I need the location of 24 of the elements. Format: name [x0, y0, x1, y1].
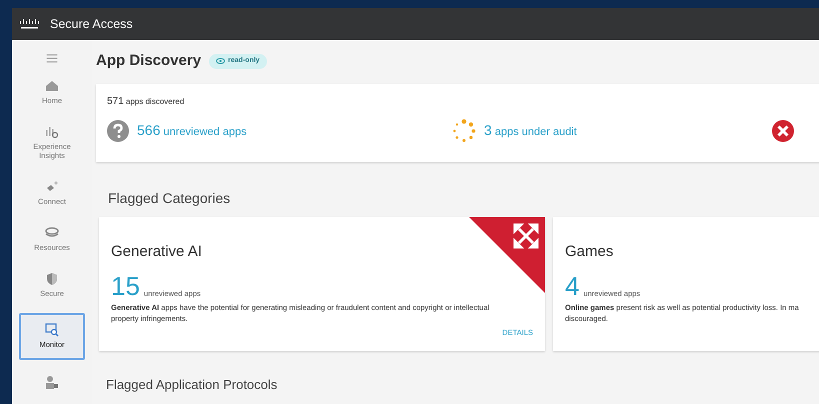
home-icon — [45, 78, 59, 93]
stat-link[interactable]: 566 unreviewed apps — [137, 120, 247, 141]
shield-icon — [45, 272, 59, 286]
page-title: App Discovery — [96, 51, 202, 71]
user-icon — [45, 375, 59, 389]
app-title: Secure Access — [50, 16, 133, 33]
menu-icon[interactable] — [46, 54, 58, 63]
section-heading: Flagged Application Protocols — [106, 376, 278, 394]
stat-link[interactable]: 3 apps under audit — [484, 120, 577, 141]
card-title: Generative AI — [111, 242, 203, 262]
logo-icon — [19, 18, 41, 30]
app-count: 4 — [565, 273, 580, 299]
help-icon — [107, 120, 129, 142]
spinner-icon — [452, 118, 476, 142]
chart-icon — [45, 124, 59, 138]
card-title: Games — [565, 242, 614, 262]
blocked-icon — [772, 120, 794, 142]
monitor-icon — [45, 323, 59, 338]
expand-icon[interactable] — [469, 216, 545, 292]
section-heading: Flagged Categories — [108, 188, 232, 208]
app-count: 15 — [111, 273, 140, 299]
plug-icon — [45, 180, 59, 194]
eye-icon — [216, 58, 226, 64]
discovered-count: 571 apps discovered — [107, 94, 186, 108]
